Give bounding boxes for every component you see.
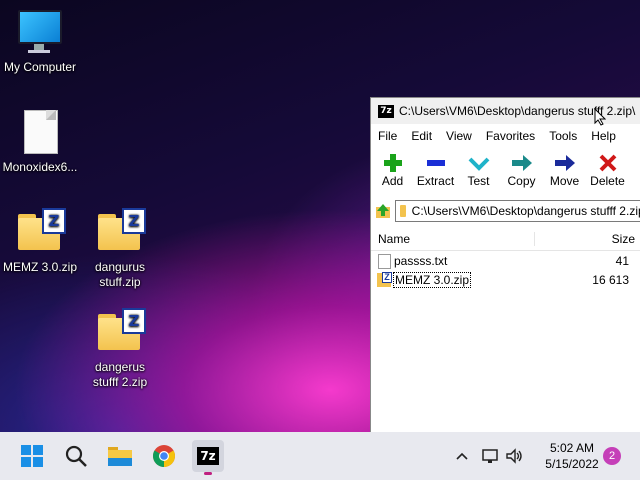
- file-list-header: Name Size: [371, 228, 640, 251]
- active-indicator: [204, 472, 212, 475]
- zip-folder-icon: Z: [16, 208, 66, 256]
- test-icon: [457, 152, 500, 174]
- menu-tools[interactable]: Tools: [542, 129, 584, 143]
- file-explorer-button[interactable]: [104, 440, 136, 472]
- file-name: passss.txt: [394, 253, 448, 268]
- search-button[interactable]: [60, 440, 92, 472]
- search-icon: [65, 445, 87, 467]
- add-button[interactable]: Add: [371, 152, 414, 188]
- chrome-button[interactable]: [148, 440, 180, 472]
- network-icon[interactable]: [480, 446, 500, 466]
- move-label: Move: [549, 174, 580, 188]
- desktop-icon-label: dangurus stuff.zip: [94, 260, 146, 289]
- file-row[interactable]: passss.txt 41: [371, 251, 640, 270]
- text-file-icon: [377, 253, 391, 269]
- folder-up-icon[interactable]: [375, 203, 391, 219]
- windows-start-icon: [21, 445, 43, 467]
- extract-label: Extract: [416, 174, 455, 188]
- zip-folder-icon: Z: [96, 208, 146, 256]
- extract-icon: [414, 152, 457, 174]
- copy-button[interactable]: Copy: [500, 152, 543, 188]
- delete-label: Delete: [590, 174, 625, 188]
- clock[interactable]: 5:02 AM 5/15/2022: [532, 440, 612, 472]
- move-button[interactable]: Move: [543, 152, 586, 188]
- clock-time: 5:02 AM: [549, 441, 595, 455]
- menu-view[interactable]: View: [439, 129, 479, 143]
- file-row[interactable]: MEMZ 3.0.zip 16 613: [371, 270, 640, 289]
- menu-favorites[interactable]: Favorites: [479, 129, 542, 143]
- mouse-cursor-icon: [594, 108, 606, 126]
- zip-folder-icon: Z: [96, 308, 146, 356]
- start-button[interactable]: [16, 440, 48, 472]
- desktop-icon-label: My Computer: [3, 60, 77, 74]
- file-size: 41: [615, 253, 629, 268]
- desktop-icon-monoxidex[interactable]: Monoxidex6...: [0, 108, 80, 175]
- add-label: Add: [381, 174, 404, 188]
- desktop-icon-dangurus-stuff-zip[interactable]: Z dangurus stuff.zip: [80, 208, 160, 290]
- file-size: 16 613: [592, 272, 629, 287]
- chrome-icon: [153, 445, 175, 467]
- my-computer-icon: [16, 8, 64, 56]
- 7zip-icon: 7z: [197, 447, 219, 465]
- desktop-icon-label: MEMZ 3.0.zip: [2, 260, 77, 274]
- path-field[interactable]: C:\Users\VM6\Desktop\dangerus stufff 2.z…: [395, 200, 640, 222]
- copy-label: Copy: [507, 174, 536, 188]
- 7zip-file-manager-window[interactable]: 7z C:\Users\VM6\Desktop\dangerus stufff …: [370, 97, 640, 433]
- toolbar: Add Extract Test Copy Move Delete: [371, 148, 640, 198]
- test-button[interactable]: Test: [457, 152, 500, 188]
- test-label: Test: [467, 174, 490, 188]
- notification-badge[interactable]: 2: [603, 447, 621, 465]
- path-text: C:\Users\VM6\Desktop\dangerus stufff 2.z…: [411, 204, 640, 218]
- taskbar: 7z 5:02 AM 5/15/2022: [0, 432, 640, 480]
- chevron-up-icon[interactable]: [452, 446, 472, 466]
- file-icon: [16, 108, 64, 156]
- 7zip-app-icon: 7z: [378, 104, 394, 118]
- menu-help[interactable]: Help: [584, 129, 623, 143]
- menu-edit[interactable]: Edit: [404, 129, 439, 143]
- folder-icon: [400, 205, 406, 217]
- file-list: passss.txt 41 MEMZ 3.0.zip 16 613: [371, 251, 640, 289]
- desktop-icon-dangerus-stufff-2-zip[interactable]: Z dangerus stufff 2.zip: [80, 308, 160, 390]
- delete-button[interactable]: Delete: [586, 152, 629, 188]
- file-name: MEMZ 3.0.zip: [392, 271, 472, 288]
- move-icon: [543, 152, 586, 174]
- address-bar: C:\Users\VM6\Desktop\dangerus stufff 2.z…: [371, 198, 640, 224]
- add-icon: [371, 152, 414, 174]
- desktop-icon-memz-zip[interactable]: Z MEMZ 3.0.zip: [0, 208, 80, 275]
- menu-bar: File Edit View Favorites Tools Help: [371, 124, 640, 148]
- clock-date: 5/15/2022: [545, 457, 599, 471]
- desktop-icon-my-computer[interactable]: My Computer: [0, 8, 80, 75]
- desktop-icon-label: dangerus stufff 2.zip: [92, 360, 148, 389]
- extract-button[interactable]: Extract: [414, 152, 457, 188]
- copy-icon: [500, 152, 543, 174]
- delete-icon: [586, 152, 629, 174]
- file-explorer-icon: [108, 447, 132, 466]
- volume-icon[interactable]: [504, 446, 524, 466]
- desktop-icon-label: Monoxidex6...: [2, 160, 78, 174]
- zip-file-icon: [377, 271, 392, 287]
- menu-file[interactable]: File: [371, 129, 404, 143]
- column-name-header[interactable]: Name: [371, 232, 535, 246]
- 7zip-taskbar-button[interactable]: 7z: [192, 440, 224, 475]
- column-size-header[interactable]: Size: [535, 232, 640, 246]
